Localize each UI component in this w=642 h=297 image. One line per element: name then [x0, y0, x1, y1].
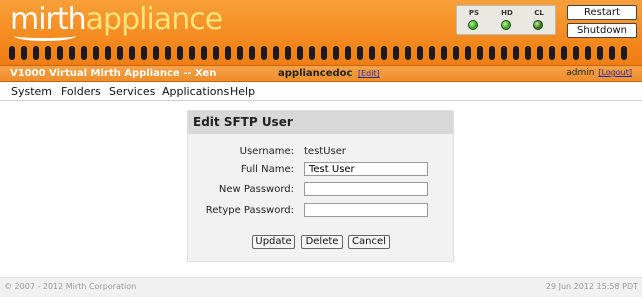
decorative-dash-icon — [21, 46, 27, 60]
decorative-dash-icon — [621, 46, 627, 60]
decorative-dash-icon — [165, 46, 171, 60]
decorative-dash-icon — [477, 46, 483, 60]
decorative-dash-icon — [189, 46, 195, 60]
decorative-dash-icon — [261, 46, 267, 60]
decorative-dash-icon — [525, 46, 531, 60]
header-banner: mirthappliance PS HD CL Restart Shutdown — [0, 0, 642, 66]
main-menu-bar: System Folders Services Applications Hel… — [0, 83, 642, 101]
decorative-dash-icon — [357, 46, 363, 60]
decorative-dash-icon — [177, 46, 183, 60]
decorative-dash-icon — [429, 46, 435, 60]
decorative-dash-icon — [9, 46, 15, 60]
decorative-dash-icon — [405, 46, 411, 60]
shutdown-button[interactable]: Shutdown — [567, 23, 637, 38]
update-button[interactable]: Update — [252, 235, 295, 249]
decorative-dash-icon — [153, 46, 159, 60]
decorative-dash-icon — [333, 46, 339, 60]
copyright-text: © 2007 - 2012 Mirth Corporation — [4, 282, 137, 291]
decorative-dash-icon — [297, 46, 303, 60]
retype-password-field[interactable] — [304, 203, 428, 217]
decorative-dash-icon — [225, 46, 231, 60]
led-label-cl: CL — [534, 9, 544, 17]
appliance-name: V1000 Virtual Mirth Appliance -- Xen — [10, 68, 217, 79]
hd-led-icon — [501, 20, 511, 30]
decorative-dash-icon — [585, 46, 591, 60]
menu-item-help[interactable]: Help — [230, 85, 255, 98]
cancel-button[interactable]: Cancel — [348, 235, 390, 249]
logo-swoosh-icon — [14, 31, 76, 41]
led-label-ps: PS — [468, 9, 480, 17]
edit-sftp-user-panel: Edit SFTP User Username: testUser Full N… — [187, 110, 454, 262]
username-value: testUser — [304, 146, 346, 157]
decorative-dash-icon — [33, 46, 39, 60]
status-led-panel: PS HD CL — [456, 5, 556, 35]
decorative-dash-icon — [81, 46, 87, 60]
decorative-dash-icon — [369, 46, 375, 60]
decorative-dash-icon — [549, 46, 555, 60]
ps-led-icon — [468, 20, 478, 30]
decorative-dash-icon — [513, 46, 519, 60]
footer: © 2007 - 2012 Mirth Corporation 29 Jun 2… — [0, 277, 642, 297]
current-username: admin — [566, 68, 595, 78]
decorative-dash-icon — [597, 46, 603, 60]
decorative-dash-icon — [465, 46, 471, 60]
retype-password-label: Retype Password: — [205, 205, 294, 216]
cl-led-icon — [533, 20, 543, 30]
menu-item-applications[interactable]: Applications — [162, 85, 229, 98]
decorative-dash-icon — [93, 46, 99, 60]
decorative-dash-icon — [537, 46, 543, 60]
hostname-area: appliancedoc [Edit] — [278, 68, 380, 79]
username-label: Username: — [239, 146, 294, 157]
led-label-hd: HD — [501, 9, 513, 17]
decorative-dash-icon — [45, 46, 51, 60]
menu-item-services[interactable]: Services — [109, 85, 155, 98]
panel-title: Edit SFTP User — [188, 111, 453, 134]
decorative-dash-icon — [141, 46, 147, 60]
decorative-dash-icon — [117, 46, 123, 60]
decorative-dash-icon — [417, 46, 423, 60]
logo-text-appliance: appliance — [85, 2, 223, 37]
decorative-dash-icon — [237, 46, 243, 60]
decorative-dash-icon — [69, 46, 75, 60]
decorative-dash-icon — [273, 46, 279, 60]
decorative-dash-icon — [393, 46, 399, 60]
decorative-dash-icon — [57, 46, 63, 60]
decorative-dash-icon — [609, 46, 615, 60]
new-password-label: New Password: — [218, 184, 294, 195]
decorative-dash-icon — [213, 46, 219, 60]
decorative-dash-icon — [249, 46, 255, 60]
edit-hostname-link[interactable]: [Edit] — [358, 69, 380, 78]
decorative-dash-icon — [345, 46, 351, 60]
decorative-dash-icon — [489, 46, 495, 60]
full-name-label: Full Name: — [240, 164, 294, 175]
decorative-dash-icon — [561, 46, 567, 60]
decorative-dash-icon — [501, 46, 507, 60]
decorative-dash-icon — [285, 46, 291, 60]
hostname: appliancedoc — [278, 68, 353, 79]
decorative-dash-icon — [309, 46, 315, 60]
decorative-dash-strip — [6, 44, 636, 62]
server-datetime: 29 Jun 2012 15:58 PDT — [545, 282, 638, 291]
menu-item-folders[interactable]: Folders — [61, 85, 101, 98]
menu-item-system[interactable]: System — [11, 85, 52, 98]
decorative-dash-icon — [201, 46, 207, 60]
decorative-dash-icon — [129, 46, 135, 60]
decorative-dash-icon — [321, 46, 327, 60]
info-bar: V1000 Virtual Mirth Appliance -- Xen app… — [0, 66, 642, 82]
decorative-dash-icon — [105, 46, 111, 60]
restart-button[interactable]: Restart — [567, 5, 637, 20]
decorative-dash-icon — [381, 46, 387, 60]
user-area: admin [Logout] — [566, 68, 632, 78]
decorative-dash-icon — [453, 46, 459, 60]
new-password-field[interactable] — [304, 182, 428, 196]
decorative-dash-icon — [441, 46, 447, 60]
logout-link[interactable]: [Logout] — [598, 68, 632, 77]
delete-button[interactable]: Delete — [301, 235, 343, 249]
decorative-dash-icon — [573, 46, 579, 60]
full-name-field[interactable] — [304, 162, 428, 176]
